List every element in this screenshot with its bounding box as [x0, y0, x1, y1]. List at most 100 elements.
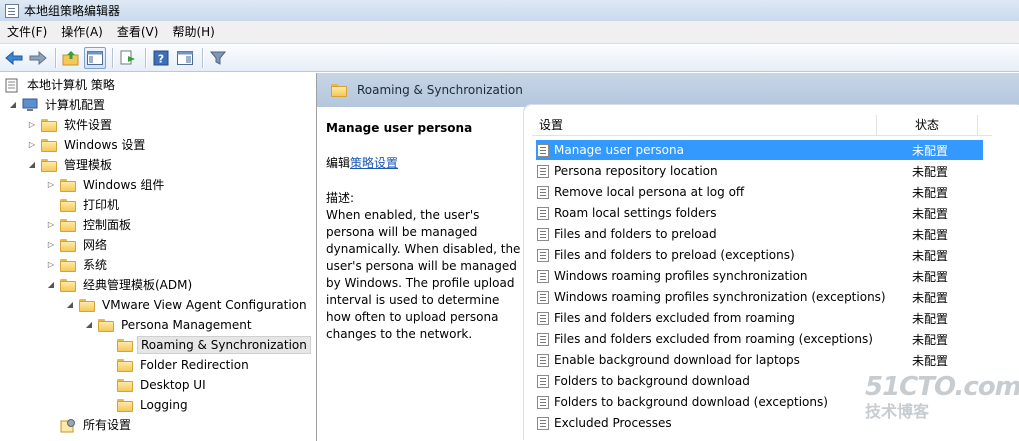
policy-setting-icon — [537, 227, 549, 241]
menu-help[interactable]: 帮助(H) — [165, 21, 221, 43]
setting-name: Folders to background download — [554, 374, 750, 388]
export-list-button[interactable] — [117, 47, 139, 69]
folder-icon — [60, 278, 76, 292]
policy-setting-icon — [537, 353, 549, 367]
setting-state: 未配置 — [912, 206, 949, 221]
tree-item-label: 软件设置 — [64, 118, 113, 132]
folder-icon — [117, 398, 133, 412]
up-folder-icon — [62, 50, 79, 65]
tree-item-windows-components[interactable]: ▷ Windows 组件 — [46, 175, 167, 195]
back-arrow-icon — [5, 50, 23, 65]
folder-icon — [60, 178, 76, 192]
computer-icon — [22, 98, 38, 111]
tree-item-logging[interactable]: Logging — [103, 395, 191, 415]
policy-setting-icon — [537, 143, 549, 157]
column-header-state[interactable]: 状态 — [877, 115, 978, 135]
edit-policy-settings-link[interactable]: 策略设置 — [350, 156, 398, 170]
tree-item-software-settings[interactable]: ▷ 软件设置 — [27, 115, 115, 135]
setting-name: Windows roaming profiles synchronization — [554, 269, 808, 283]
policy-setting-icon — [537, 206, 549, 220]
back-button[interactable] — [3, 47, 25, 69]
expanded-arrow-icon[interactable]: ◢ — [46, 275, 56, 295]
tree-item-desktop-ui[interactable]: Desktop UI — [103, 375, 209, 395]
toolbar-separator — [55, 47, 56, 68]
console-tree: 本地计算机 策略 ◢ 计算机配置 ▷ 软件设置 ▷ Windows 设置 ◢ 管… — [0, 73, 317, 441]
list-item[interactable]: Manage user persona 未配置 — [536, 140, 983, 160]
policy-setting-icon — [537, 185, 549, 199]
forward-button[interactable] — [27, 47, 49, 69]
list-item[interactable]: Persona repository location 未配置 — [536, 161, 983, 181]
tree-expander-empty — [46, 195, 56, 215]
tree-item-persona-management[interactable]: ◢ Persona Management — [84, 315, 255, 335]
setting-name: Manage user persona — [554, 143, 684, 157]
setting-state: 未配置 — [912, 353, 949, 368]
tree-item-label: 所有设置 — [83, 418, 132, 432]
current-node-title: Roaming & Synchronization — [357, 83, 523, 97]
folder-icon — [98, 318, 114, 332]
collapsed-arrow-icon[interactable]: ▷ — [27, 115, 37, 135]
policy-setting-icon — [537, 269, 549, 283]
tree-item-vmware-view-agent[interactable]: ◢ VMware View Agent Configuration — [65, 295, 310, 315]
toolbar-separator — [112, 47, 113, 68]
tree-item-computer-config[interactable]: ◢ 计算机配置 — [8, 95, 108, 115]
details-header: Roaming & Synchronization — [317, 73, 1019, 107]
tree-item-label: Logging — [140, 398, 188, 412]
list-item[interactable]: Remove local persona at log off 未配置 — [536, 182, 983, 202]
folder-icon — [331, 83, 347, 97]
tree-item-control-panel[interactable]: ▷ 控制面板 — [46, 215, 134, 235]
list-item[interactable]: Files and folders excluded from roaming … — [536, 308, 983, 328]
show-hide-console-tree-button[interactable] — [84, 46, 106, 69]
tree-item-all-settings[interactable]: 所有设置 — [46, 415, 134, 435]
collapsed-arrow-icon[interactable]: ▷ — [46, 175, 56, 195]
setting-name: Files and folders to preload (exceptions… — [554, 248, 795, 262]
list-item[interactable]: Enable background download for laptops 未… — [536, 350, 983, 370]
collapsed-arrow-icon[interactable]: ▷ — [46, 255, 56, 275]
list-item[interactable]: Windows roaming profiles synchronization… — [536, 266, 983, 286]
up-folder-button[interactable] — [60, 47, 82, 69]
column-header-setting[interactable]: 设置 — [532, 115, 877, 135]
list-item[interactable]: Roam local settings folders 未配置 — [536, 203, 983, 223]
tree-item-roaming-sync[interactable]: Roaming & Synchronization — [103, 335, 311, 355]
help-button[interactable]: ? — [150, 47, 172, 69]
collapsed-arrow-icon[interactable]: ▷ — [27, 135, 37, 155]
description-text: When enabled, the user's persona will be… — [326, 208, 521, 341]
setting-state: 未配置 — [912, 185, 949, 200]
all-settings-icon — [60, 418, 75, 432]
folder-icon — [117, 338, 133, 352]
expanded-arrow-icon[interactable]: ◢ — [65, 295, 75, 315]
toolbar-separator — [145, 47, 146, 68]
tree-item-label: 控制面板 — [83, 218, 132, 232]
menu-view[interactable]: 查看(V) — [110, 21, 166, 43]
menu-file[interactable]: 文件(F) — [0, 21, 54, 43]
tree-item-local-computer-policy[interactable]: 本地计算机 策略 — [5, 75, 118, 95]
setting-name: Files and folders excluded from roaming — [554, 311, 795, 325]
console-tree-icon — [87, 50, 103, 65]
collapsed-arrow-icon[interactable]: ▷ — [46, 235, 56, 255]
folder-icon — [79, 298, 95, 312]
tree-item-label: 计算机配置 — [45, 98, 106, 112]
title-bar: 本地组策略编辑器 — [0, 0, 1019, 22]
tree-item-label: Windows 组件 — [83, 178, 165, 192]
expanded-arrow-icon[interactable]: ◢ — [27, 155, 37, 175]
collapsed-arrow-icon[interactable]: ▷ — [46, 215, 56, 235]
expanded-arrow-icon[interactable]: ◢ — [84, 315, 94, 335]
tree-item-printers[interactable]: 打印机 — [46, 195, 122, 215]
tree-item-folder-redirection[interactable]: Folder Redirection — [103, 355, 252, 375]
tree-item-windows-settings[interactable]: ▷ Windows 设置 — [27, 135, 148, 155]
menu-action[interactable]: 操作(A) — [54, 21, 110, 43]
tree-item-network[interactable]: ▷ 网络 — [46, 235, 110, 255]
toolbar-separator — [202, 47, 203, 68]
setting-name: Files and folders excluded from roaming … — [554, 332, 873, 346]
extended-view-button[interactable] — [174, 47, 196, 69]
list-item[interactable]: Windows roaming profiles synchronization… — [536, 287, 983, 307]
setting-state: 未配置 — [912, 269, 949, 284]
filter-button[interactable] — [207, 47, 229, 69]
list-item[interactable]: Files and folders to preload 未配置 — [536, 224, 983, 244]
list-item[interactable]: Files and folders excluded from roaming … — [536, 329, 983, 349]
list-item[interactable]: Files and folders to preload (exceptions… — [536, 245, 983, 265]
setting-title: Manage user persona — [326, 121, 473, 135]
tree-item-admin-templates[interactable]: ◢ 管理模板 — [27, 155, 115, 175]
expanded-arrow-icon[interactable]: ◢ — [8, 95, 18, 115]
tree-item-classic-adm[interactable]: ◢ 经典管理模板(ADM) — [46, 275, 195, 295]
tree-item-system[interactable]: ▷ 系统 — [46, 255, 110, 275]
